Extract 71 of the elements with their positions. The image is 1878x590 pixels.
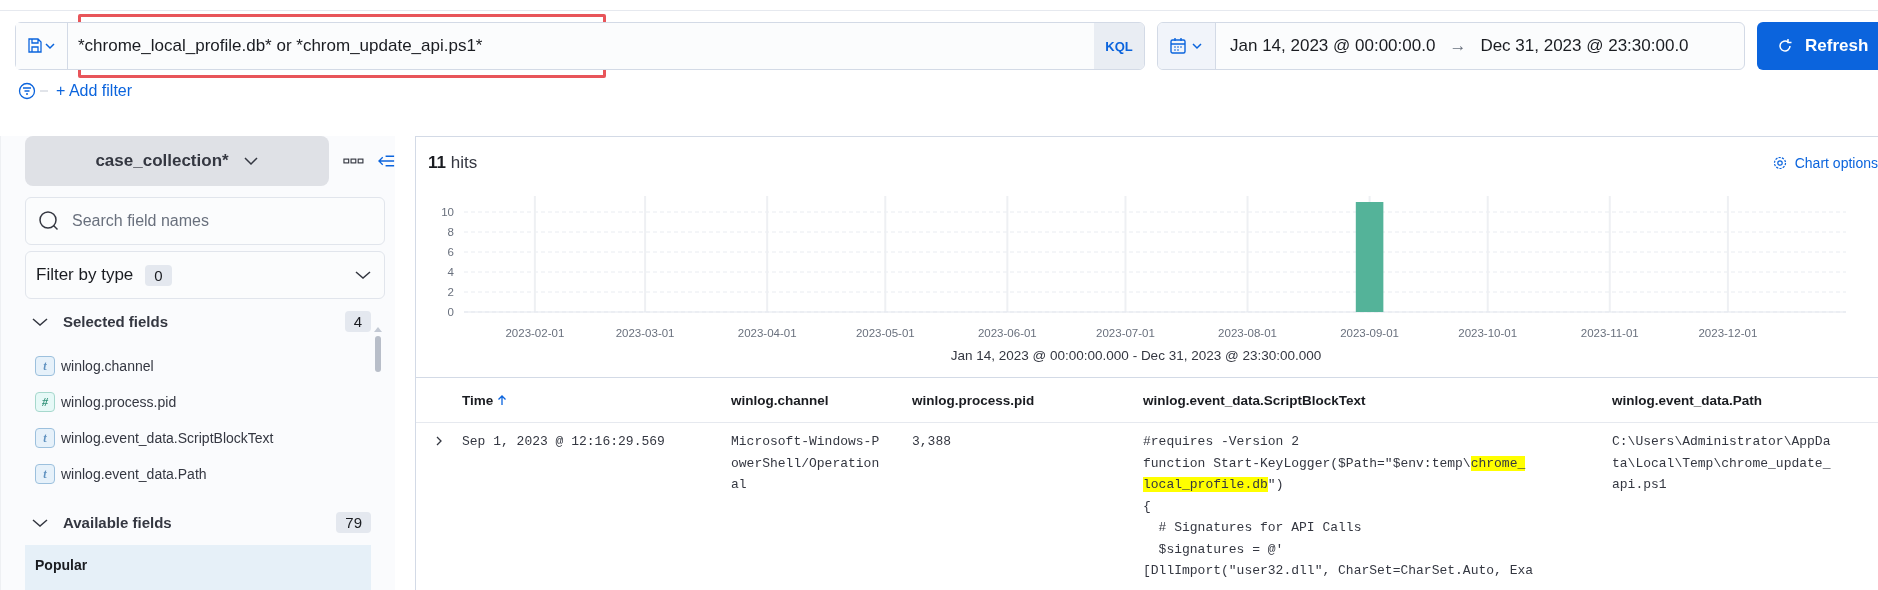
- table-cell-text: Microsoft-Windows-PowerShell/Operational: [731, 433, 881, 494]
- count-badge: 4: [344, 311, 371, 332]
- section-title[interactable]: Available fields: [63, 514, 172, 531]
- refresh-icon: [1777, 38, 1793, 54]
- save-icon: [26, 38, 57, 54]
- more-options-icon[interactable]: [343, 157, 364, 165]
- section-title[interactable]: Selected fields: [63, 313, 169, 330]
- count-badge: 0: [145, 264, 172, 286]
- field-name[interactable]: winlog.event_data.ScriptBlockText: [61, 430, 274, 446]
- saved-query-button[interactable]: [16, 23, 68, 69]
- scrollbar-thumb[interactable]: [375, 336, 381, 372]
- field-name[interactable]: winlog.event_data.Path: [61, 466, 207, 482]
- column-header[interactable]: Time: [462, 392, 731, 408]
- x-tick-label: 2023-10-01: [1458, 327, 1518, 339]
- column-header[interactable]: winlog.channel: [731, 392, 912, 408]
- x-tick-label: 2023-08-01: [1218, 327, 1277, 339]
- y-tick-label: 6: [447, 246, 454, 258]
- x-tick-label: 2023-04-01: [737, 327, 797, 339]
- refresh-button[interactable]: Refresh: [1757, 22, 1878, 70]
- time-range-label: Jan 14, 2023 @ 00:00:00.000 - Dec 31, 2023 @ 23:30:00.000: [949, 348, 1323, 363]
- settings-icon: [1772, 156, 1787, 170]
- table-cell-text: C:\Users\Administrator\AppData\Local\Temp\chrome_update_api.ps1: [1612, 433, 1832, 494]
- field-name[interactable]: winlog.channel: [61, 358, 154, 374]
- search-field[interactable]: Search field names: [25, 197, 385, 245]
- date-arrow: →: [1449, 36, 1467, 56]
- chart-options-link[interactable]: Chart options: [1772, 155, 1878, 171]
- chevron-down-icon: [354, 270, 372, 280]
- x-tick-label: 2023-06-01: [977, 327, 1037, 339]
- count-badge: 79: [336, 512, 371, 533]
- expand-row-icon[interactable]: [434, 435, 444, 447]
- start-date[interactable]: Jan 14, 2023 @ 00:00:00.0: [1230, 36, 1436, 56]
- x-tick-label: 2023-12-01: [1698, 327, 1758, 339]
- chevron-down-icon: [242, 156, 259, 166]
- x-tick-label: 2023-07-01: [1096, 327, 1155, 339]
- y-tick-label: 0: [447, 306, 454, 318]
- field-name[interactable]: winlog.process.pid: [61, 394, 177, 410]
- table-cell: Sep 1, 2023 @ 12:16:29.569: [462, 434, 665, 449]
- field-type-icon: t: [35, 464, 55, 484]
- search-icon: [38, 210, 60, 232]
- date-quick-menu[interactable]: [1158, 23, 1216, 69]
- column-header[interactable]: winlog.event_data.ScriptBlockText: [1143, 392, 1612, 408]
- collapse-sidebar-icon[interactable]: [377, 154, 395, 168]
- y-tick-label: 4: [447, 266, 454, 278]
- group-title: Popular: [35, 557, 88, 573]
- query-input[interactable]: *chrome_local_profile.db* or *chrom_update_api.ps1*: [68, 36, 1094, 56]
- add-filter-link[interactable]: + Add filter: [56, 82, 133, 100]
- y-tick-label: 8: [447, 226, 454, 238]
- query-bar[interactable]: *chrome_local_profile.db* or *chrom_update_api.ps1* KQL: [15, 22, 1145, 70]
- kql-button[interactable]: KQL: [1094, 23, 1144, 69]
- y-tick-label: 10: [441, 206, 454, 218]
- hits-count: 11 hits: [428, 153, 478, 173]
- x-tick-label: 2023-09-01: [1340, 327, 1399, 339]
- x-tick-label: 2023-02-01: [505, 327, 565, 339]
- filter-by-type-dropdown[interactable]: Filter by type 0: [25, 251, 385, 299]
- table-cell: 3,388: [912, 434, 951, 449]
- calendar-icon: [1169, 37, 1204, 55]
- chevron-down-icon[interactable]: [31, 516, 49, 529]
- chevron-down-icon[interactable]: [31, 315, 49, 328]
- x-tick-label: 2023-05-01: [855, 327, 915, 339]
- date-picker[interactable]: Jan 14, 2023 @ 00:00:00.0 → Dec 31, 2023 @ 23:30:00.0: [1157, 22, 1745, 70]
- column-header[interactable]: winlog.event_data.Path: [1612, 392, 1872, 408]
- field-type-icon: #: [35, 392, 55, 412]
- x-tick-label: 2023-11-01: [1580, 327, 1639, 339]
- column-header[interactable]: winlog.process.pid: [912, 392, 1143, 408]
- index-pattern-button[interactable]: case_collection*: [25, 136, 330, 186]
- sort-ascending-icon: [497, 394, 508, 406]
- x-tick-label: 2023-03-01: [615, 327, 675, 339]
- field-type-icon: t: [35, 356, 55, 376]
- field-type-icon: t: [35, 428, 55, 448]
- end-date[interactable]: Dec 31, 2023 @ 23:30:00.0: [1480, 36, 1689, 56]
- y-tick-label: 2: [447, 286, 454, 298]
